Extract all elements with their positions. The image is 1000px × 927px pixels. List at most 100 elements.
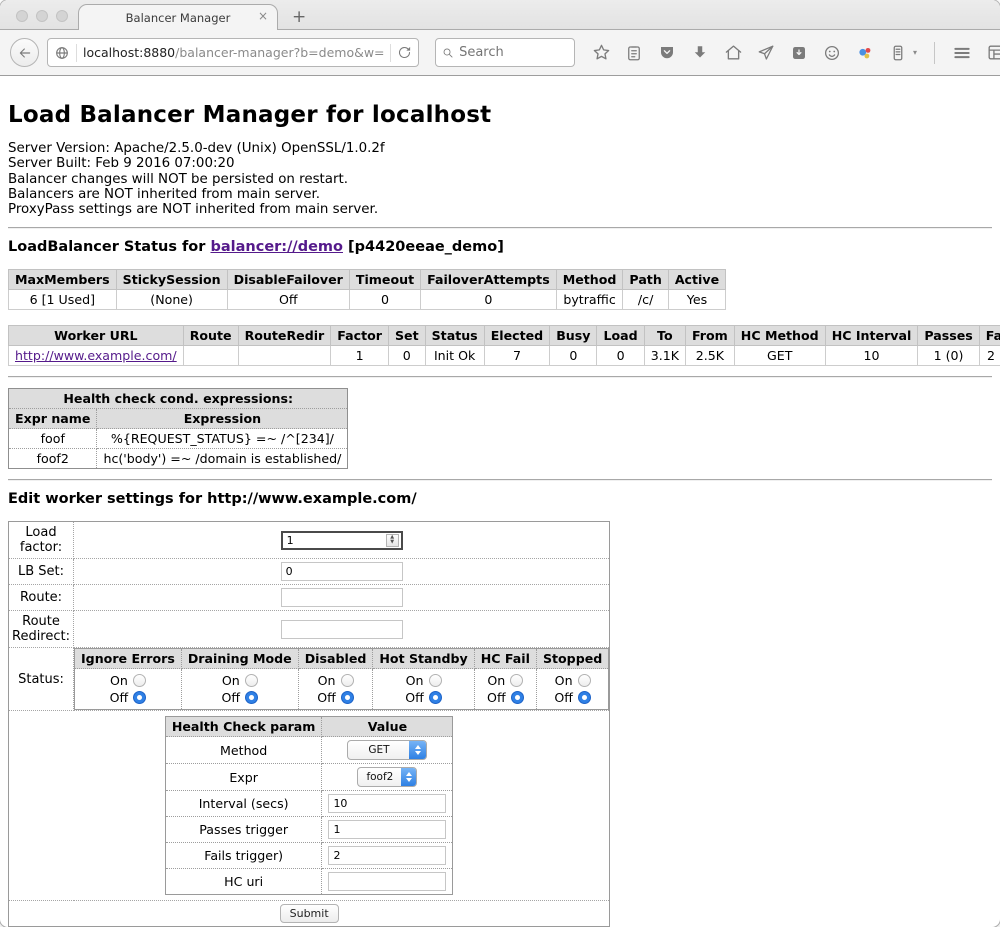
stopped-off-radio[interactable] xyxy=(578,691,591,704)
col-maxmembers: MaxMembers xyxy=(9,270,117,290)
balancer-demo-link[interactable]: balancer://demo xyxy=(210,239,343,255)
expr-value: %{REQUEST_STATUS} =~ /^[234]/ xyxy=(97,429,348,449)
hc-method-label: Method xyxy=(165,737,322,764)
route-redirect-label: Route Redirect: xyxy=(9,611,74,648)
health-check-param-table: Health Check param Value Method GET Expr xyxy=(165,716,454,895)
grid-panel-button[interactable] xyxy=(985,43,1000,63)
route-label: Route: xyxy=(9,585,74,611)
col-draining-mode: Draining Mode xyxy=(181,649,298,669)
search-input[interactable] xyxy=(459,45,568,60)
edit-worker-form: Load factor: ▲▼ LB Set: Route: Route Red… xyxy=(8,521,610,927)
ignore-errors-off-radio[interactable] xyxy=(133,691,146,704)
lb-set-label: LB Set: xyxy=(9,559,74,585)
server-info: Server Version: Apache/2.5.0-dev (Unix) … xyxy=(8,141,992,217)
worker-header-row: Worker URL Route RouteRedir Factor Set S… xyxy=(9,326,1000,346)
cell-passes: 1 (0) xyxy=(918,346,979,366)
col-worker-url: Worker URL xyxy=(9,326,184,346)
cell-load: 0 xyxy=(597,346,644,366)
cell-method: bytraffic xyxy=(556,290,623,310)
downloads-button[interactable] xyxy=(690,43,710,63)
bookmark-star-icon xyxy=(592,43,611,62)
browser-tab[interactable]: Balancer Manager × xyxy=(78,4,278,30)
reading-list-button[interactable] xyxy=(624,43,644,63)
balancer-header-row: MaxMembers StickySession DisableFailover… xyxy=(9,270,726,290)
menu-button[interactable] xyxy=(952,43,972,63)
col-method: Method xyxy=(556,270,623,290)
hc-fails-input[interactable] xyxy=(328,846,446,865)
url-text[interactable]: localhost:8880/balancer-manager?b=demo&w… xyxy=(83,45,384,60)
url-bar[interactable]: localhost:8880/balancer-manager?b=demo&w… xyxy=(47,38,419,67)
hot-standby-on-radio[interactable] xyxy=(429,674,442,687)
smiley-button[interactable] xyxy=(822,43,842,63)
hc-passes-input[interactable] xyxy=(328,820,446,839)
toolbar-divider xyxy=(934,42,935,64)
inherit-notice-line: Balancers are NOT inherited from main se… xyxy=(8,187,992,202)
hc-expr-select[interactable]: foof2 xyxy=(357,767,417,787)
submit-row: Submit xyxy=(9,901,610,927)
close-window-button[interactable] xyxy=(16,10,28,22)
new-tab-button[interactable]: + xyxy=(292,9,306,26)
route-redirect-input[interactable] xyxy=(281,620,403,639)
expr-row-foof2: foof2 hc('body') =~ /domain is establish… xyxy=(9,449,348,469)
zoom-window-button[interactable] xyxy=(56,10,68,22)
hc-fail-on-radio[interactable] xyxy=(510,674,523,687)
col-disablefailover: DisableFailover xyxy=(227,270,349,290)
browser-window: Balancer Manager × + localhost:8880/bala… xyxy=(0,0,1000,927)
back-button[interactable] xyxy=(10,38,39,67)
bookmark-star-button[interactable] xyxy=(591,43,611,63)
worker-url-link[interactable]: http://www.example.com/ xyxy=(15,348,177,363)
colors-extension-button[interactable] xyxy=(855,43,875,63)
draining-mode-on-radio[interactable] xyxy=(245,674,258,687)
disabled-on-radio[interactable] xyxy=(341,674,354,687)
divider xyxy=(8,479,992,481)
close-tab-icon[interactable]: × xyxy=(258,9,268,23)
server-built-line: Server Built: Feb 9 2016 07:00:20 xyxy=(8,156,992,171)
urlbar-divider2 xyxy=(390,44,391,62)
hc-uri-row: HC uri xyxy=(165,869,453,895)
hc-method-select[interactable]: GET xyxy=(347,740,427,760)
disabled-off-radio[interactable] xyxy=(341,691,354,704)
pocket-button[interactable] xyxy=(657,43,677,63)
lb-set-row: LB Set: xyxy=(9,559,610,585)
hc-fails-label: Fails trigger) xyxy=(165,843,322,869)
draining-mode-off-radio[interactable] xyxy=(245,691,258,704)
reload-icon[interactable] xyxy=(397,45,412,60)
send-button[interactable] xyxy=(756,43,776,63)
send-icon xyxy=(757,44,775,62)
lb-set-input[interactable] xyxy=(281,562,403,581)
radio-label-off: Off xyxy=(405,689,424,706)
search-bar[interactable] xyxy=(435,38,575,67)
radio-label-on: On xyxy=(406,672,424,689)
smiley-icon xyxy=(823,44,841,62)
url-domain: localhost:8880 xyxy=(83,45,175,60)
server-version-line: Server Version: Apache/2.5.0-dev (Unix) … xyxy=(8,141,992,156)
hc-method-row: Method GET xyxy=(165,737,453,764)
hc-interval-input[interactable] xyxy=(328,794,446,813)
col-expr-name: Expr name xyxy=(9,409,97,429)
cell-fails: 2 (0) xyxy=(979,346,1000,366)
cell-elected: 7 xyxy=(484,346,550,366)
hc-uri-input[interactable] xyxy=(328,872,446,891)
radio-label-on: On xyxy=(487,672,505,689)
home-button[interactable] xyxy=(723,43,743,63)
route-input[interactable] xyxy=(281,588,403,607)
number-spinner-icon[interactable]: ▲▼ xyxy=(386,534,399,547)
status-label: Status: xyxy=(9,648,74,711)
cell-stickysession: (None) xyxy=(116,290,227,310)
radio-label-off: Off xyxy=(110,689,129,706)
balancer-data-row: 6 [1 Used] (None) Off 0 0 bytraffic /c/ … xyxy=(9,290,726,310)
window-controls[interactable] xyxy=(16,10,68,22)
hot-standby-off-radio[interactable] xyxy=(429,691,442,704)
sidebar-notes-button[interactable] xyxy=(888,43,908,63)
load-factor-row: Load factor: ▲▼ xyxy=(9,522,610,559)
minimize-window-button[interactable] xyxy=(36,10,48,22)
hc-fail-off-radio[interactable] xyxy=(511,691,524,704)
load-factor-input[interactable] xyxy=(281,531,403,550)
stopped-on-radio[interactable] xyxy=(578,674,591,687)
ignore-errors-on-radio[interactable] xyxy=(133,674,146,687)
radio-label-off: Off xyxy=(554,689,573,706)
downloads-icon xyxy=(691,44,709,62)
chevron-down-icon[interactable]: ▾ xyxy=(913,48,917,57)
extension-download-button[interactable] xyxy=(789,43,809,63)
submit-button[interactable]: Submit xyxy=(280,904,339,923)
